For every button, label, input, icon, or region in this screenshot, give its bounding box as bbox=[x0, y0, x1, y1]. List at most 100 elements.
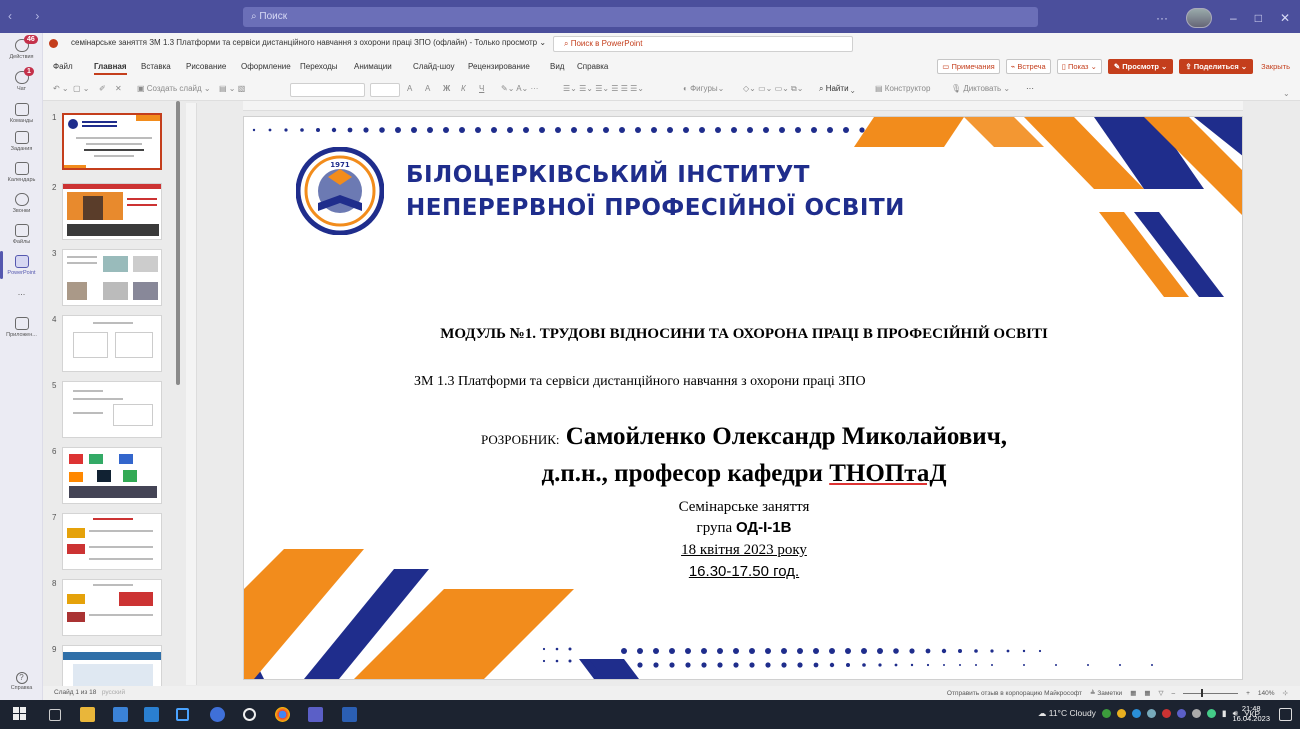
thumbnail-item[interactable]: 9 bbox=[43, 645, 183, 686]
rail-item-calendar[interactable]: Календарь bbox=[0, 162, 43, 183]
store-icon[interactable] bbox=[113, 707, 128, 722]
tab-view[interactable]: Вид bbox=[550, 62, 564, 71]
bullets-icon[interactable]: ☰⌄ ☰⌄ ☰⌄ ☰ ☰ ☰⌄ bbox=[563, 84, 644, 93]
thumbnail-item[interactable]: 6 bbox=[43, 447, 183, 507]
rail-item-activity[interactable]: 46 Действия bbox=[0, 35, 43, 60]
more-options-icon[interactable]: ··· bbox=[1156, 11, 1168, 25]
tray-app-icon[interactable] bbox=[1161, 709, 1171, 718]
tab-help[interactable]: Справка bbox=[577, 62, 608, 71]
delete-icon[interactable]: ✕ bbox=[115, 84, 122, 93]
document-title[interactable]: семінарське заняття ЗМ 1.3 Платформи та … bbox=[71, 38, 546, 47]
thumbnail-slide-2[interactable] bbox=[62, 183, 162, 240]
tray-app-icon[interactable] bbox=[1101, 709, 1111, 718]
tray-app-icon[interactable] bbox=[1146, 709, 1156, 718]
maximize-button[interactable]: □ bbox=[1255, 11, 1262, 25]
tray-app-icon[interactable] bbox=[1176, 709, 1186, 718]
rail-item-powerpoint[interactable]: PowerPoint bbox=[0, 255, 43, 276]
fill-icon[interactable]: ◇⌄ ▭⌄ ▭⌄ ⧉⌄ bbox=[743, 84, 803, 94]
zoom-slider[interactable] bbox=[1183, 688, 1239, 697]
font-grow-button[interactable]: A bbox=[407, 84, 412, 93]
tab-review[interactable]: Рецензирование bbox=[468, 62, 530, 71]
format-painter-icon[interactable]: ✐ bbox=[99, 84, 106, 93]
zoom-slider-thumb[interactable] bbox=[1201, 688, 1204, 697]
mail-icon[interactable] bbox=[144, 707, 159, 722]
thumbnail-item[interactable]: 1 bbox=[43, 113, 183, 173]
find-button[interactable]: ⌕ Найти ⌄ bbox=[819, 84, 855, 94]
chrome-icon[interactable] bbox=[275, 707, 290, 722]
tab-home[interactable]: Главная bbox=[94, 62, 127, 75]
font-shrink-button[interactable]: A bbox=[425, 84, 430, 93]
tab-draw[interactable]: Рисование bbox=[186, 62, 226, 71]
new-slide-button[interactable]: ▣ Создать слайд ⌄ bbox=[137, 84, 211, 93]
thumbnail-slide-8[interactable] bbox=[62, 579, 162, 636]
tray-app-icon[interactable] bbox=[1206, 709, 1216, 718]
italic-button[interactable]: К bbox=[461, 84, 466, 93]
rail-item-chat[interactable]: 1 Чат bbox=[0, 67, 43, 92]
tab-file[interactable]: Файл bbox=[53, 62, 73, 71]
thumbnail-slide-9[interactable] bbox=[62, 645, 162, 686]
help-button[interactable]: ? Справка bbox=[0, 672, 43, 691]
thumbnail-item[interactable]: 8 bbox=[43, 579, 183, 639]
fit-slide-icon[interactable]: ⊹ bbox=[1283, 689, 1288, 697]
thumbnail-slide-3[interactable] bbox=[62, 249, 162, 306]
browser-icon[interactable] bbox=[210, 707, 225, 722]
zoom-level[interactable]: 140% bbox=[1258, 690, 1275, 697]
clock[interactable]: 21:48 16.04.2023 bbox=[1232, 704, 1270, 724]
task-view-icon[interactable] bbox=[49, 709, 61, 721]
snip-icon[interactable] bbox=[176, 708, 189, 721]
clipboard-icon[interactable]: ▢ ⌄ bbox=[73, 84, 89, 93]
nav-arrows[interactable]: ‹ › bbox=[8, 9, 49, 23]
tab-animations[interactable]: Анимации bbox=[354, 62, 392, 71]
notes-button[interactable]: ≜ Заметки bbox=[1090, 689, 1122, 697]
thumbnail-item[interactable]: 5 bbox=[43, 381, 183, 441]
designer-button[interactable]: ▤ Конструктор bbox=[875, 84, 930, 93]
thumbnail-slide-5[interactable] bbox=[62, 381, 162, 438]
cloud-sync-icon[interactable] bbox=[1191, 709, 1201, 718]
network-icon[interactable]: ▮ bbox=[1222, 708, 1227, 719]
rail-item-teams[interactable]: Команды bbox=[0, 103, 43, 124]
show-button[interactable]: ▯ Показ ⌄ bbox=[1056, 59, 1102, 74]
windows-start-icon[interactable] bbox=[13, 707, 28, 722]
tray-app-icon[interactable] bbox=[1116, 709, 1126, 718]
thumbnail-item[interactable]: 2 bbox=[43, 183, 183, 243]
highlight-icon[interactable]: ✎⌄ A⌄ ··· bbox=[501, 84, 538, 93]
close-window-button[interactable]: ✕ bbox=[1280, 11, 1290, 25]
expand-ribbon-icon[interactable]: ⌄ bbox=[1283, 89, 1290, 98]
teams-taskbar-icon[interactable] bbox=[308, 707, 323, 722]
zoom-out-button[interactable]: – bbox=[1172, 690, 1176, 697]
shapes-button[interactable]: ◐ Фигуры⌄ bbox=[683, 84, 724, 93]
thumbnail-slide-6[interactable] bbox=[62, 447, 162, 504]
thumbnail-item[interactable]: 4 bbox=[43, 315, 183, 375]
teams-search-input[interactable]: ⌕ Поиск bbox=[243, 7, 1038, 27]
view-button[interactable]: ✎ Просмотр ⌄ bbox=[1107, 59, 1174, 74]
undo-icon[interactable]: ↶ ⌄ bbox=[53, 84, 69, 93]
thumbnail-slide-4[interactable] bbox=[62, 315, 162, 372]
tab-design[interactable]: Оформление bbox=[241, 62, 291, 71]
minimize-button[interactable]: – bbox=[1230, 11, 1237, 25]
reading-view-icon[interactable]: ▽ bbox=[1159, 689, 1164, 697]
tab-transitions[interactable]: Переходы bbox=[300, 62, 338, 71]
bold-button[interactable]: Ж bbox=[443, 84, 450, 93]
rail-item-files[interactable]: Файлы bbox=[0, 224, 43, 245]
more-options-icon[interactable]: ··· bbox=[1026, 84, 1034, 93]
font-size-select[interactable] bbox=[370, 83, 400, 97]
tab-insert[interactable]: Вставка bbox=[141, 62, 171, 71]
thumbnail-slide-7[interactable] bbox=[62, 513, 162, 570]
sorter-view-icon[interactable]: ▦ bbox=[1144, 689, 1150, 697]
ppt-search-input[interactable]: ⌕ Поиск в PowerPoint bbox=[553, 36, 853, 52]
close-button[interactable]: Закрыть bbox=[1259, 59, 1292, 74]
rail-item-more[interactable]: ... bbox=[0, 285, 43, 297]
feedback-link[interactable]: Отправить отзыв в корпорацию Майкрософт bbox=[947, 690, 1082, 697]
slide-canvas[interactable]: 1971 БІЛОЦЕРКІВСЬКИЙ ІНСТИТУТ НЕПЕРЕРВНО… bbox=[243, 116, 1243, 680]
share-button[interactable]: ⇪ Поделиться ⌄ bbox=[1179, 59, 1254, 74]
rail-item-apps[interactable]: Приложен... bbox=[0, 317, 43, 338]
thumbnail-item[interactable]: 3 bbox=[43, 249, 183, 309]
underline-button[interactable]: Ч bbox=[479, 84, 484, 93]
thumbnails-scrollbar[interactable] bbox=[176, 101, 180, 385]
rail-item-assignments[interactable]: Задания bbox=[0, 131, 43, 152]
meeting-button[interactable]: ⌁ Встреча bbox=[1005, 59, 1051, 74]
rail-item-calls[interactable]: Звонки bbox=[0, 193, 43, 214]
thumbnail-item[interactable]: 7 bbox=[43, 513, 183, 573]
word-icon[interactable] bbox=[342, 707, 357, 722]
tray-app-icon[interactable] bbox=[1131, 709, 1141, 718]
